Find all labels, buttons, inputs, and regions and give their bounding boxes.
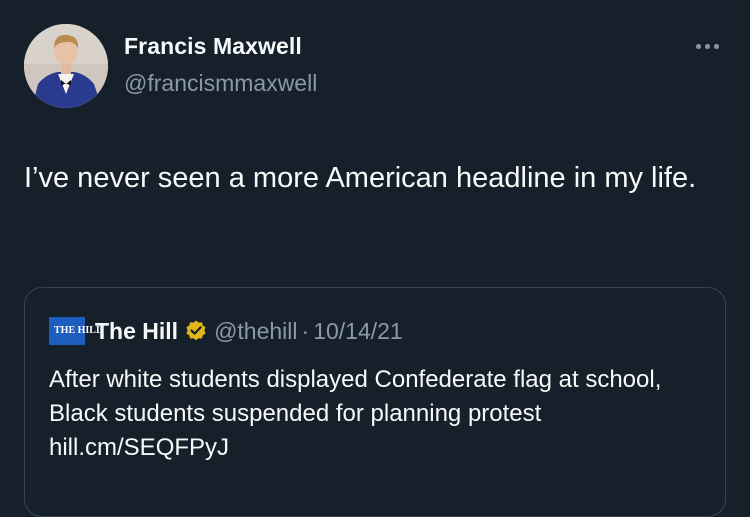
quoted-tweet-text: After white students displayed Confedera… xyxy=(49,366,662,461)
tweet-text: I’ve never seen a more American headline… xyxy=(24,162,697,194)
quoted-tweet-header: THE HILL The Hill @thehill · 10/14/21 xyxy=(49,315,403,347)
tweet: Francis Maxwell @francismmaxwell I’ve ne… xyxy=(0,0,750,517)
author-handle[interactable]: @francismmaxwell xyxy=(124,70,317,97)
the-hill-logo: THE HILL xyxy=(49,317,103,345)
avatar[interactable] xyxy=(24,24,108,108)
more-dot-icon xyxy=(713,43,719,49)
avatar-image xyxy=(24,24,108,108)
more-dot-icon xyxy=(695,43,701,49)
quoted-author-name[interactable]: The Hill xyxy=(95,318,178,345)
quoted-tweet-card[interactable]: THE HILL The Hill @thehill · 10/14/21 Af… xyxy=(24,287,726,517)
separator-dot: · xyxy=(301,317,310,344)
more-dot-icon xyxy=(704,43,710,49)
quoted-tweet-date[interactable]: 10/14/21 xyxy=(313,318,403,345)
author-name[interactable]: Francis Maxwell xyxy=(124,33,302,60)
more-options-button[interactable] xyxy=(690,36,724,56)
quoted-author-handle[interactable]: @thehill xyxy=(214,318,297,345)
gold-verified-icon xyxy=(186,320,206,341)
the-hill-logo-text: THE HILL xyxy=(54,325,103,336)
